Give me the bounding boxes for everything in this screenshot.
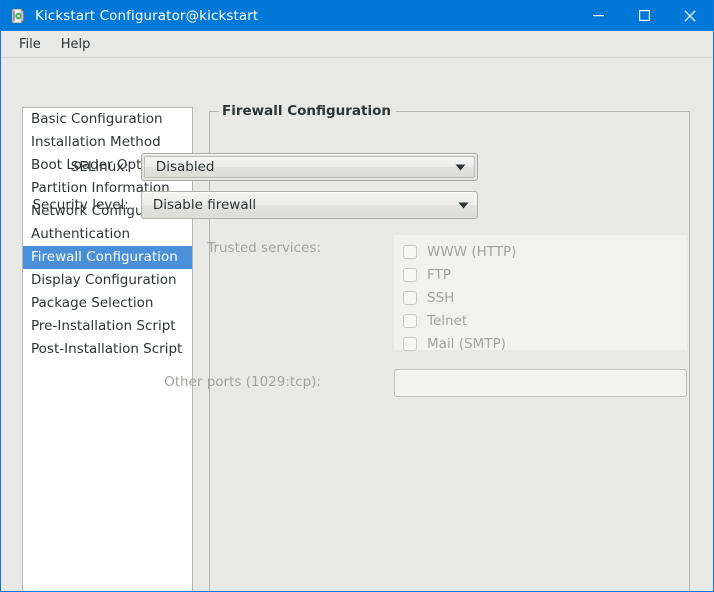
group-title: Firewall Configuration <box>219 103 397 119</box>
sidebar-item-basic-configuration[interactable]: Basic Configuration <box>23 108 192 131</box>
security-level-value: Disable firewall <box>152 197 257 213</box>
application-window: Kickstart Configurator@kickstart File He… <box>0 0 714 592</box>
chevron-down-icon <box>446 164 474 171</box>
sidebar-item-display-configuration[interactable]: Display Configuration <box>23 269 192 292</box>
checkbox-label-ssh: SSH <box>427 289 455 306</box>
selinux-row: SELinux: Disabled <box>14 153 478 181</box>
selinux-dropdown[interactable]: Disabled <box>140 153 478 181</box>
checkbox-row-ftp[interactable]: FTP <box>403 263 687 286</box>
window-controls <box>575 0 713 31</box>
content-area: Basic Configuration Installation Method … <box>1 58 713 591</box>
trusted-services-label: Trusted services: <box>207 240 321 256</box>
sidebar-item-pre-installation-script[interactable]: Pre-Installation Script <box>23 315 192 338</box>
security-level-label: Security level: <box>32 197 129 213</box>
close-icon <box>684 9 696 22</box>
checkbox-row-www-http[interactable]: WWW (HTTP) <box>403 240 687 263</box>
checkbox-label-mail-smtp: Mail (SMTP) <box>427 335 506 352</box>
sidebar-item-installation-method[interactable]: Installation Method <box>23 131 192 154</box>
checkbox-www-http[interactable] <box>403 244 417 259</box>
maximize-icon <box>638 10 650 21</box>
menu-item-file[interactable]: File <box>9 34 51 55</box>
close-button[interactable] <box>667 0 713 31</box>
trusted-services-list: WWW (HTTP) FTP SSH Telnet Mail (SMTP) <box>394 235 687 352</box>
firewall-configuration-group: Firewall Configuration SELinux: Disabled… <box>32 103 690 591</box>
maximize-button[interactable] <box>621 0 667 31</box>
other-ports-label: Other ports (1029:tcp): <box>164 374 321 390</box>
checkbox-mail-smtp[interactable] <box>403 336 417 351</box>
checkbox-telnet[interactable] <box>403 313 417 328</box>
selinux-value: Disabled <box>155 159 215 175</box>
checkbox-row-ssh[interactable]: SSH <box>403 286 687 309</box>
checkbox-label-ftp: FTP <box>427 266 451 283</box>
security-level-dropdown[interactable]: Disable firewall <box>140 191 478 219</box>
other-ports-input[interactable] <box>394 369 687 397</box>
checkbox-label-telnet: Telnet <box>427 312 468 329</box>
menu-item-help[interactable]: Help <box>51 34 101 55</box>
chevron-down-icon <box>449 202 477 209</box>
minimize-icon <box>592 15 604 17</box>
checkbox-label-www-http: WWW (HTTP) <box>427 243 517 260</box>
minimize-button[interactable] <box>575 0 621 31</box>
checkbox-row-telnet[interactable]: Telnet <box>403 309 687 332</box>
sidebar-item-package-selection[interactable]: Package Selection <box>23 292 192 315</box>
selinux-label: SELinux: <box>70 159 129 175</box>
app-icon <box>10 8 26 24</box>
window-title: Kickstart Configurator@kickstart <box>35 7 259 24</box>
checkbox-ftp[interactable] <box>403 267 417 282</box>
menu-bar: File Help <box>1 31 713 58</box>
checkbox-ssh[interactable] <box>403 290 417 305</box>
security-level-row: Security level: Disable firewall <box>14 191 478 219</box>
sidebar-item-post-installation-script[interactable]: Post-Installation Script <box>23 338 192 361</box>
checkbox-row-mail-smtp[interactable]: Mail (SMTP) <box>403 332 687 355</box>
title-bar: Kickstart Configurator@kickstart <box>1 0 713 31</box>
